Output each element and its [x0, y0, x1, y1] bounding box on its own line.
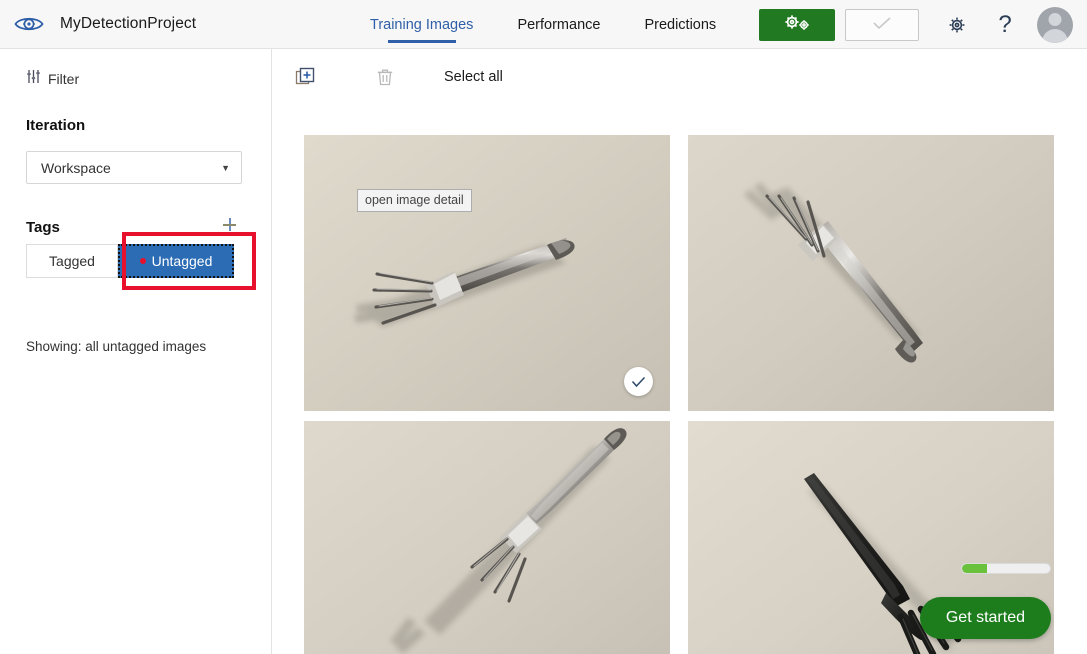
image-tooltip: open image detail — [357, 189, 472, 212]
training-image-thumbnail[interactable]: open image detail — [304, 135, 670, 411]
delete-images-icon[interactable] — [368, 60, 402, 94]
main-navigation-tabs: Training Images Performance Predictions — [348, 0, 738, 49]
iteration-selected-value: Workspace — [41, 159, 111, 176]
avatar-body — [1042, 28, 1068, 43]
gears-icon — [780, 13, 814, 36]
training-image-thumbnail[interactable] — [688, 135, 1054, 411]
left-sidebar: Filter Iteration Workspace ▼ Tags Tagged… — [0, 49, 272, 654]
tab-performance[interactable]: Performance — [495, 0, 622, 49]
tab-training-images-label: Training Images — [370, 16, 474, 33]
iteration-section-title: Iteration — [26, 117, 86, 134]
filter-button[interactable]: Filter — [26, 69, 271, 89]
project-title: MyDetectionProject — [60, 15, 197, 32]
checkmark-icon — [631, 376, 646, 387]
app-root: MyDetectionProject Training Images Perfo… — [0, 0, 1087, 654]
settings-gear-icon[interactable] — [941, 9, 973, 41]
checkmark-icon — [871, 15, 893, 34]
training-images-grid: open image detail — [304, 135, 1054, 654]
onboarding-progress-bar — [961, 563, 1051, 574]
header-actions: ? — [759, 0, 1087, 49]
tag-filter-untagged-button[interactable]: Untagged — [118, 244, 234, 278]
fork-photo-3 — [304, 421, 670, 654]
sliders-filter-icon — [26, 69, 41, 89]
add-images-icon[interactable] — [288, 60, 322, 94]
help-question-mark-icon[interactable]: ? — [989, 9, 1021, 41]
quick-test-button[interactable] — [845, 8, 919, 41]
tab-performance-label: Performance — [517, 16, 601, 33]
app-header: MyDetectionProject Training Images Perfo… — [0, 0, 1087, 49]
image-select-checkmark[interactable] — [624, 367, 653, 396]
brand[interactable]: MyDetectionProject — [12, 7, 196, 41]
tab-training-images[interactable]: Training Images — [348, 0, 495, 49]
images-toolbar: Select all — [273, 49, 1087, 104]
tag-filter-tagged-button[interactable]: Tagged — [26, 244, 118, 278]
avatar-head — [1048, 12, 1062, 26]
tab-predictions-label: Predictions — [644, 16, 717, 33]
help-glyph: ? — [998, 10, 1012, 38]
iteration-dropdown[interactable]: Workspace ▼ — [26, 151, 242, 184]
untagged-label: Untagged — [151, 253, 213, 269]
tagged-label: Tagged — [49, 253, 95, 269]
fork-photo-2 — [688, 135, 1054, 411]
train-button[interactable] — [759, 8, 835, 41]
select-all-button[interactable]: Select all — [444, 69, 503, 85]
tags-section-title: Tags — [26, 219, 60, 236]
training-image-thumbnail[interactable] — [304, 421, 670, 654]
user-avatar[interactable] — [1037, 6, 1073, 43]
chevron-down-icon: ▼ — [221, 162, 230, 173]
eye-gear-icon — [12, 7, 46, 41]
fork-photo-1 — [304, 135, 670, 411]
tab-predictions[interactable]: Predictions — [622, 0, 738, 49]
filter-label: Filter — [48, 71, 80, 87]
onboarding-progress-fill — [962, 564, 987, 573]
showing-status-text: Showing: all untagged images — [26, 339, 207, 354]
tag-filter-toggle-group: Tagged Untagged — [26, 244, 234, 278]
get-started-button[interactable]: Get started — [919, 597, 1051, 639]
untagged-status-dot — [139, 258, 146, 264]
